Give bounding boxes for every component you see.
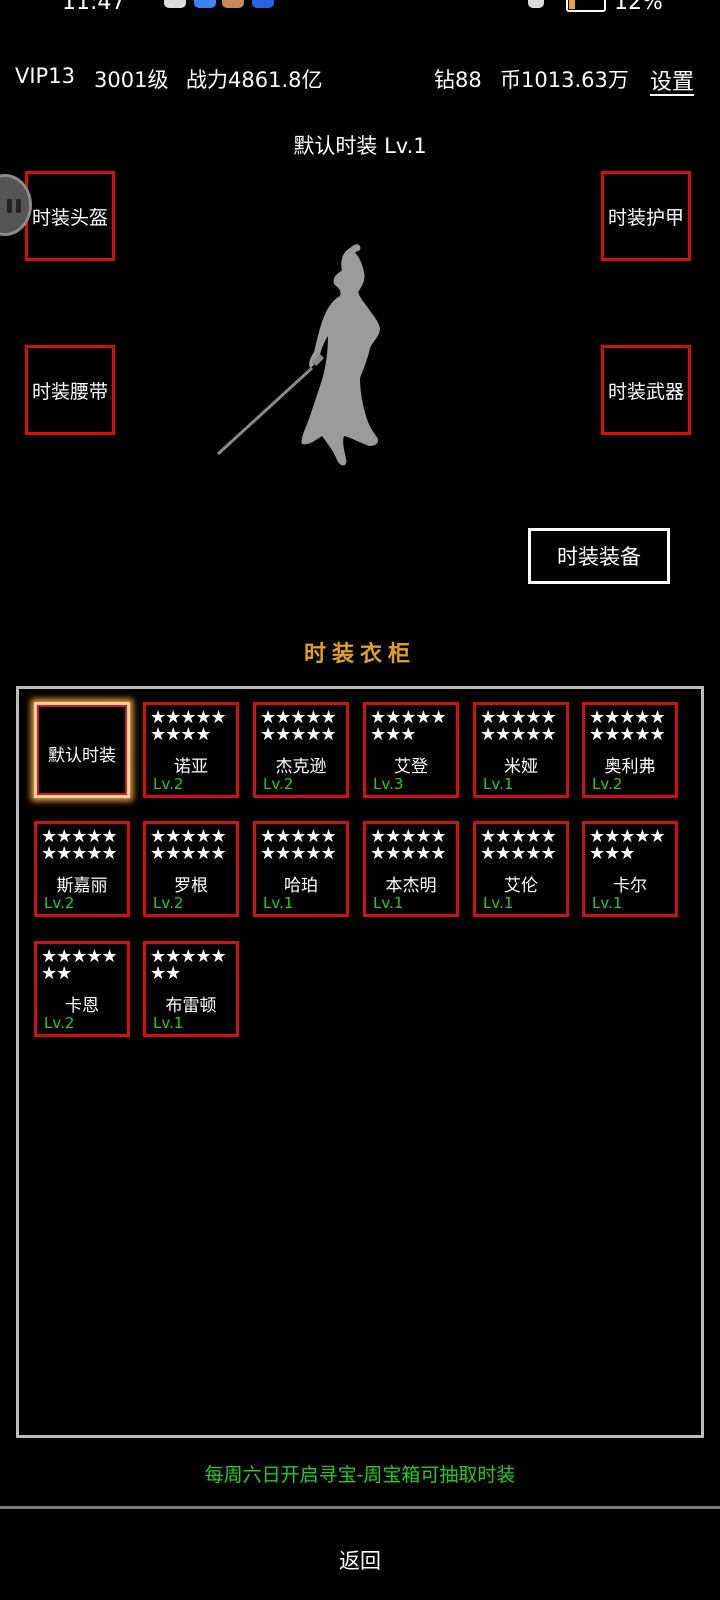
wardrobe-card[interactable]: ★★★★★★★★★★ 艾伦 Lv.1 <box>473 821 569 917</box>
diamond-count: 钻88 <box>434 68 482 92</box>
character-silhouette <box>216 244 380 466</box>
wardrobe-card[interactable]: ★★★★★★★ 卡恩 Lv.2 <box>34 941 130 1037</box>
star-rating-icon: ★★★★★★★★★★ <box>480 826 557 864</box>
signal-icon <box>528 0 544 8</box>
coin-count: 币1013.63万 <box>500 68 629 92</box>
star-rating-icon: ★★★★★★★ <box>150 946 227 984</box>
slot-helmet-button[interactable]: 时装头盔 <box>25 171 115 261</box>
combat-power: 战力4861.8亿 <box>186 68 323 92</box>
wardrobe-card[interactable]: ★★★★★★★★★★ 本杰明 Lv.1 <box>363 821 459 917</box>
wardrobe-card[interactable]: ★★★★★★★★★ 诺亚 Lv.2 <box>143 702 239 798</box>
app-icon <box>252 0 274 8</box>
wardrobe-card-level: Lv.1 <box>483 775 514 793</box>
star-rating-icon: ★★★★★★★★★★ <box>370 826 447 864</box>
wardrobe-card-level: Lv.2 <box>44 894 75 912</box>
wardrobe-card[interactable]: ★★★★★★★★ 艾登 Lv.3 <box>363 702 459 798</box>
star-rating-icon: ★★★★★★★ <box>41 946 118 984</box>
notification-icon <box>164 0 186 8</box>
wardrobe-card-name: 本杰明 <box>385 876 437 896</box>
star-rating-icon: ★★★★★★★★★★ <box>480 707 557 745</box>
wardrobe-card-name: 米娅 <box>504 757 538 777</box>
status-time: 11:47 <box>62 0 126 15</box>
wardrobe-card-level: Lv.1 <box>592 894 623 912</box>
wardrobe-card-level: Lv.1 <box>153 1014 184 1032</box>
wardrobe-card[interactable]: ★★★★★★★★★★ 斯嘉丽 Lv.2 <box>34 821 130 917</box>
wardrobe-card-level: Lv.2 <box>153 775 184 793</box>
equip-outfit-button[interactable]: 时装装备 <box>528 528 670 584</box>
wardrobe-card[interactable]: ★★★★★★★★★★ 罗根 Lv.2 <box>143 821 239 917</box>
wardrobe-card[interactable]: ★★★★★★★★★★ 哈珀 Lv.1 <box>253 821 349 917</box>
wardrobe-card[interactable]: ★★★★★★★★★★ 杰克逊 Lv.2 <box>253 702 349 798</box>
battery-icon <box>566 0 606 12</box>
slot-weapon-button[interactable]: 时装武器 <box>601 345 691 435</box>
wardrobe-card-level: Lv.1 <box>373 894 404 912</box>
star-rating-icon: ★★★★★★★★★★ <box>41 826 118 864</box>
app-icon <box>222 0 244 8</box>
wardrobe-card-name: 布雷顿 <box>165 996 217 1016</box>
wardrobe-card-name: 艾伦 <box>504 876 538 896</box>
vip-level: VIP13 <box>15 64 75 88</box>
current-outfit-title: 默认时装 Lv.1 <box>293 134 427 158</box>
wardrobe-card[interactable]: ★★★★★★★★ 卡尔 Lv.1 <box>582 821 678 917</box>
wardrobe-card-name: 斯嘉丽 <box>56 876 108 896</box>
player-stats-bar: VIP13 3001级 战力4861.8亿 钻88 币1013.63万 设置 <box>0 64 720 98</box>
wardrobe-card-name: 诺亚 <box>174 757 208 777</box>
app-icon <box>194 0 216 8</box>
wardrobe-card-name: 默认时装 <box>48 746 116 766</box>
wardrobe-card[interactable]: ★★★★★★★★★★ 奥利弗 Lv.2 <box>582 702 678 798</box>
status-bar: 11:47 12% <box>0 0 720 16</box>
battery-percent: 12% <box>614 0 663 15</box>
wardrobe-card-default[interactable]: 默认时装 <box>34 702 130 798</box>
wardrobe-panel: 默认时装 ★★★★★★★★★ 诺亚 Lv.2 ★★★★★★★★★★ 杰克逊 Lv.2 ★★★★… <box>16 686 704 1438</box>
wardrobe-title: 时装衣柜 <box>303 642 416 667</box>
wardrobe-card-name: 罗根 <box>174 876 208 896</box>
wardrobe-card-name: 杰克逊 <box>275 757 327 777</box>
wardrobe-card[interactable]: ★★★★★★★ 布雷顿 Lv.1 <box>143 941 239 1037</box>
star-rating-icon: ★★★★★★★★ <box>370 707 447 745</box>
wardrobe-card-name: 艾登 <box>394 757 428 777</box>
player-level: 3001级 <box>94 68 169 92</box>
star-rating-icon: ★★★★★★★★★★ <box>589 707 666 745</box>
bottom-divider <box>0 1506 720 1509</box>
wardrobe-card-name: 卡恩 <box>65 996 99 1016</box>
wardrobe-card-level: Lv.2 <box>263 775 294 793</box>
treasure-notice: 每周六日开启寻宝-周宝箱可抽取时装 <box>204 1464 516 1486</box>
settings-button[interactable]: 设置 <box>650 64 694 96</box>
wardrobe-card-level: Lv.1 <box>483 894 514 912</box>
wardrobe-card[interactable]: ★★★★★★★★★★ 米娅 Lv.1 <box>473 702 569 798</box>
wardrobe-card-name: 奥利弗 <box>604 757 656 777</box>
wardrobe-card-level: Lv.2 <box>592 775 623 793</box>
wardrobe-card-level: Lv.2 <box>44 1014 75 1032</box>
star-rating-icon: ★★★★★★★★★★ <box>260 707 337 745</box>
star-rating-icon: ★★★★★★★★★★ <box>150 826 227 864</box>
star-rating-icon: ★★★★★★★★ <box>589 826 666 864</box>
wardrobe-card-level: Lv.3 <box>373 775 404 793</box>
star-rating-icon: ★★★★★★★★★ <box>150 707 227 745</box>
wardrobe-card-level: Lv.2 <box>153 894 184 912</box>
wardrobe-card-name: 卡尔 <box>613 876 647 896</box>
star-rating-icon: ★★★★★★★★★★ <box>260 826 337 864</box>
slot-belt-button[interactable]: 时装腰带 <box>25 345 115 435</box>
wardrobe-card-name: 哈珀 <box>284 876 318 896</box>
wardrobe-card-level: Lv.1 <box>263 894 294 912</box>
back-button[interactable]: 返回 <box>300 1540 420 1580</box>
slot-armor-button[interactable]: 时装护甲 <box>601 171 691 261</box>
